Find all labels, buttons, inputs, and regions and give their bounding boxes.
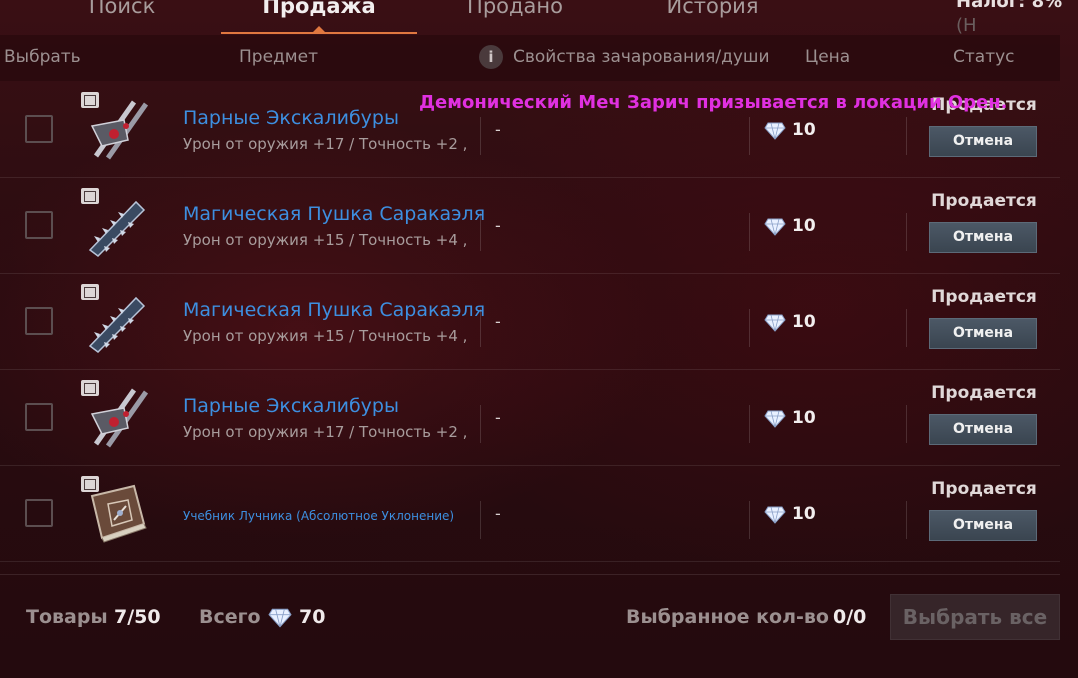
book-icon [81,284,99,300]
total-value: 70 [299,606,326,628]
tab-search[interactable]: Поиск [60,0,184,34]
status-text: Продается [931,479,1037,499]
tax-hint: (Н [956,15,977,36]
status-text: Продается [931,191,1037,211]
selected-count: 0/0 [833,606,867,628]
divider [749,501,750,539]
table-row: Магическая Пушка Саракаэля Урон от оружи… [0,178,1060,274]
item-stats: Урон от оружия +15 / Точность +4 , [183,231,468,249]
header-status: Статус [953,47,1015,67]
cancel-button[interactable]: Отмена [929,510,1037,541]
price-value: 10 [792,120,816,140]
diamond-icon [764,506,786,524]
system-notice: Демонический Меч Зарич призывается в лок… [419,92,1008,113]
item-stats: Урон от оружия +15 / Точность +4 , [183,327,468,345]
table-row: Учебник Лучника (Абсолютное Уклонение) -… [0,466,1060,562]
tax-info: Налог: 8% (Н [956,0,1078,38]
divider [749,117,750,155]
diamond-icon [764,314,786,332]
cancel-button[interactable]: Отмена [929,222,1037,253]
book-icon [81,188,99,204]
status-text: Продается [931,383,1037,403]
divider [749,213,750,251]
tab-bar: Поиск Продажа Продано История Налог: 8% … [0,0,1078,36]
active-tab-caret [312,26,326,33]
total-label: Всего [199,606,261,628]
book-icon [81,380,99,396]
book-icon [81,92,99,108]
item-stats: Урон от оружия +17 / Точность +2 , [183,135,468,153]
item-name-link[interactable]: Магическая Пушка Саракаэля [183,299,485,321]
cancel-button[interactable]: Отмена [929,414,1037,445]
cancel-button[interactable]: Отмена [929,318,1037,349]
goods-label: Товары [26,606,108,628]
row-checkbox[interactable] [25,307,53,335]
diamond-icon [764,218,786,236]
table-header: Выбрать Предмет Свойства зачарования/душ… [0,35,1060,81]
tab-history[interactable]: История [640,0,785,34]
footer-divider [0,574,1060,575]
header-select: Выбрать [4,47,81,67]
header-enchant: Свойства зачарования/души [513,47,770,67]
tab-sold[interactable]: Продано [440,0,590,34]
item-stats: Урон от оружия +17 / Точность +2 , [183,423,468,441]
divider [480,501,481,539]
table-row: Парные Экскалибуры Урон от оружия +17 / … [0,370,1060,466]
tax-label: Налог: 8% [956,0,1063,12]
price-value: 10 [792,312,816,332]
status-text: Продается [931,287,1037,307]
divider [906,501,907,539]
row-checkbox[interactable] [25,211,53,239]
item-name-link[interactable]: Учебник Лучника (Абсолютное Уклонение) [183,509,454,523]
listing-table: Парные Экскалибуры Урон от оружия +17 / … [0,82,1060,562]
divider [749,405,750,443]
diamond-icon [764,410,786,428]
divider [906,117,907,155]
header-item: Предмет [239,47,318,67]
cancel-button[interactable]: Отмена [929,126,1037,157]
divider [906,405,907,443]
enchant-value: - [495,504,501,523]
enchant-value: - [495,216,501,235]
enchant-value: - [495,120,501,139]
goods-count: 7/50 [114,606,161,628]
diamond-icon [764,122,786,140]
row-checkbox[interactable] [25,115,53,143]
item-name-link[interactable]: Магическая Пушка Саракаэля [183,203,485,225]
divider [749,309,750,347]
divider [480,405,481,443]
price-value: 10 [792,216,816,236]
selected-label: Выбранное кол-во [626,606,829,628]
item-name-link[interactable]: Парные Экскалибуры [183,395,399,417]
price-value: 10 [792,408,816,428]
header-price: Цена [805,47,851,67]
divider [480,309,481,347]
price-value: 10 [792,504,816,524]
diamond-icon [268,608,292,628]
item-name-link[interactable]: Парные Экскалибуры [183,107,399,129]
book-icon [81,476,99,492]
enchant-value: - [495,312,501,331]
info-icon[interactable]: i [479,45,503,69]
row-checkbox[interactable] [25,403,53,431]
divider [906,213,907,251]
select-all-button[interactable]: Выбрать все [890,594,1060,640]
divider [480,117,481,155]
divider [480,213,481,251]
table-row: Магическая Пушка Саракаэля Урон от оружи… [0,274,1060,370]
divider [906,309,907,347]
row-checkbox[interactable] [25,499,53,527]
enchant-value: - [495,408,501,427]
